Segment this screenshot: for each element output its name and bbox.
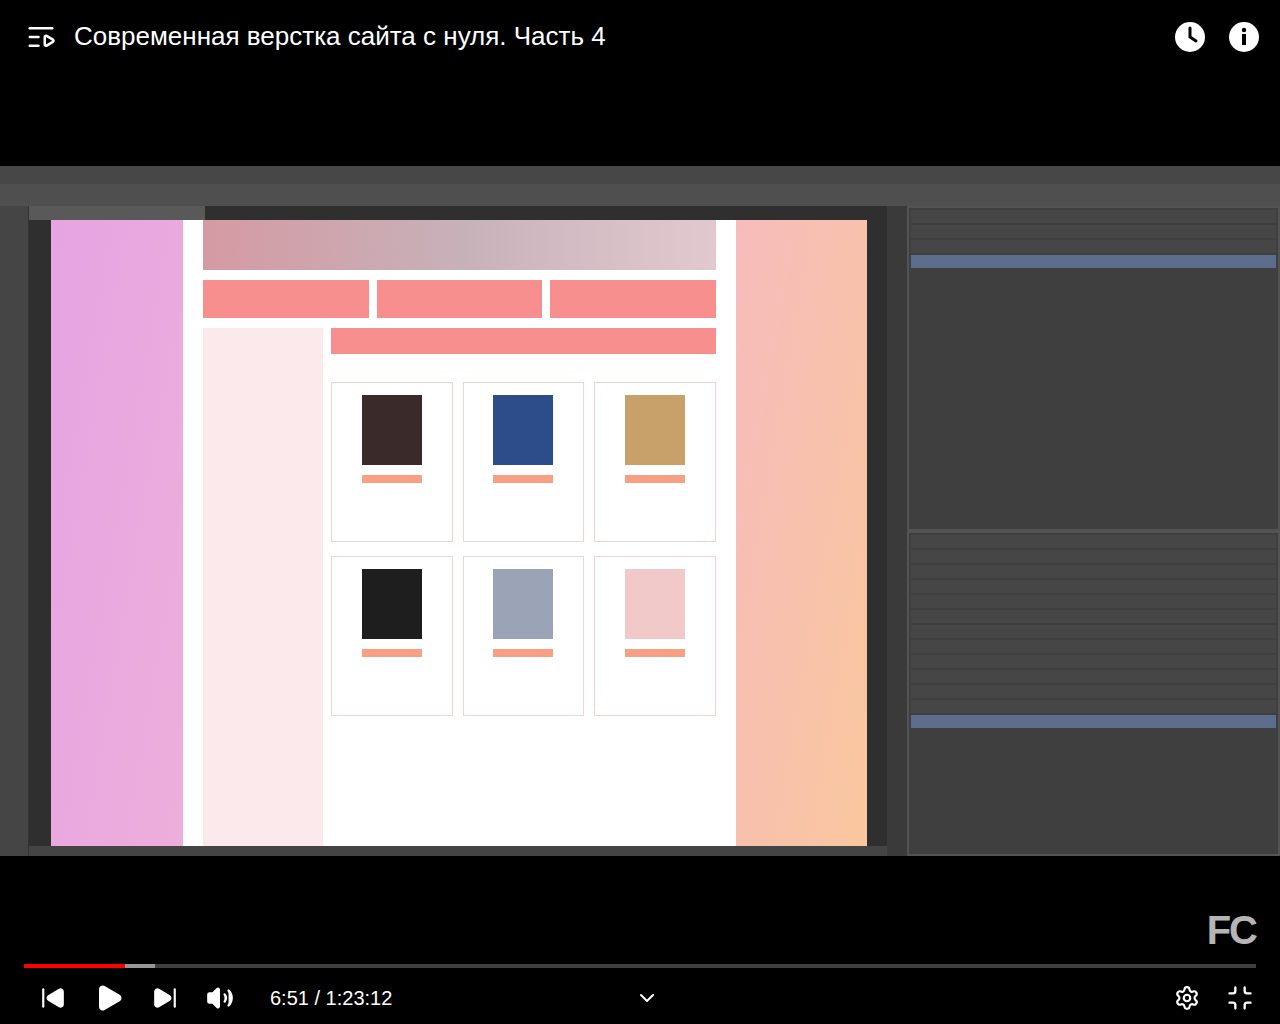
video-player: Современная верстка сайта с нуля. Часть … [0, 0, 1280, 1024]
frame-tab [550, 280, 716, 318]
frame-card [331, 382, 453, 542]
frame-tab [203, 280, 369, 318]
frame-layers-panel [909, 533, 1278, 854]
frame-panel-row [911, 255, 1276, 268]
settings-button[interactable] [1174, 985, 1200, 1011]
frame-panel-row [911, 210, 1276, 223]
frame-product [493, 569, 553, 639]
frame-card [331, 556, 453, 716]
frame-panel-row [911, 715, 1276, 728]
frame-tab [377, 280, 543, 318]
video-frame[interactable] [0, 166, 1280, 856]
frame-panel-row [911, 670, 1276, 683]
frame-panel-row [911, 240, 1276, 253]
frame-document [29, 206, 887, 856]
frame-tools [0, 206, 29, 856]
frame-card [463, 382, 585, 542]
control-bar: 6:51 / 1:23:12 [0, 972, 1280, 1024]
title-bar: Современная верстка сайта с нуля. Часть … [0, 0, 1280, 73]
frame-panel-row [911, 225, 1276, 238]
frame-menubar [0, 166, 1280, 184]
left-controls: 6:51 / 1:23:12 [40, 983, 635, 1013]
play-button[interactable] [94, 983, 124, 1013]
next-button[interactable] [152, 985, 178, 1011]
frame-scrollbar [887, 206, 907, 856]
played-fill [24, 964, 125, 968]
frame-panel-row [911, 655, 1276, 668]
frame-doc-status [29, 846, 887, 856]
frame-canvas [51, 220, 867, 846]
frame-canvas-row [29, 220, 887, 846]
frame-price [493, 649, 553, 657]
frame-content [203, 328, 716, 846]
frame-product [362, 395, 422, 465]
frame-main [331, 328, 716, 846]
gear-icon[interactable] [1174, 985, 1200, 1011]
right-controls [659, 984, 1254, 1012]
frame-panel-row [911, 610, 1276, 623]
exit-fullscreen-icon[interactable] [1226, 984, 1254, 1012]
frame-product [625, 395, 685, 465]
volume-icon[interactable] [206, 984, 234, 1012]
frame-tab-row [203, 280, 716, 318]
frame-card [594, 382, 716, 542]
frame-panel-row [911, 700, 1276, 713]
frame-card-grid [331, 368, 716, 716]
player-bottom: FC 6:51 / 1:23:12 [0, 856, 1280, 1024]
frame-product [362, 569, 422, 639]
frame-price [625, 649, 685, 657]
frame-workspace [0, 206, 1280, 856]
info-icon[interactable] [1228, 21, 1260, 53]
volume-button[interactable] [206, 984, 234, 1012]
time-display: 6:51 / 1:23:12 [270, 987, 392, 1010]
frame-panel-row [911, 625, 1276, 638]
previous-button[interactable] [40, 985, 66, 1011]
frame-history-panel [909, 208, 1278, 529]
progress-bar[interactable] [24, 964, 1256, 968]
clock-icon[interactable] [1174, 21, 1206, 53]
header-actions [1174, 21, 1260, 53]
frame-panel-row [911, 580, 1276, 593]
frame-price [362, 649, 422, 657]
frame-hero [203, 220, 716, 270]
frame-site-page [183, 220, 736, 846]
frame-product [625, 569, 685, 639]
more-button[interactable] [635, 986, 659, 1010]
frame-price [625, 475, 685, 483]
chevron-down-icon[interactable] [635, 986, 659, 1010]
playlist-icon[interactable] [26, 22, 56, 52]
channel-watermark[interactable]: FC [1207, 908, 1256, 964]
frame-price [493, 475, 553, 483]
frame-filter-bar [331, 328, 716, 354]
video-title[interactable]: Современная верстка сайта с нуля. Часть … [74, 21, 1156, 52]
play-icon[interactable] [94, 983, 124, 1013]
frame-panels [907, 206, 1280, 856]
frame-panel-row [911, 685, 1276, 698]
frame-panel-row [911, 595, 1276, 608]
skip-forward-icon[interactable] [152, 985, 178, 1011]
frame-card [594, 556, 716, 716]
frame-panel-row [911, 565, 1276, 578]
exit-fullscreen-button[interactable] [1226, 984, 1254, 1012]
frame-card [463, 556, 585, 716]
skip-back-icon[interactable] [40, 985, 66, 1011]
frame-panel-row [911, 550, 1276, 563]
watermark-row: FC [0, 856, 1280, 964]
frame-side-menu [203, 328, 323, 846]
frame-panel-row [911, 535, 1276, 548]
progress-area [0, 964, 1280, 968]
frame-doc-tab [29, 206, 205, 220]
frame-optionsbar [0, 184, 1280, 206]
frame-product [493, 395, 553, 465]
frame-panel-row [911, 640, 1276, 653]
frame-price [362, 475, 422, 483]
